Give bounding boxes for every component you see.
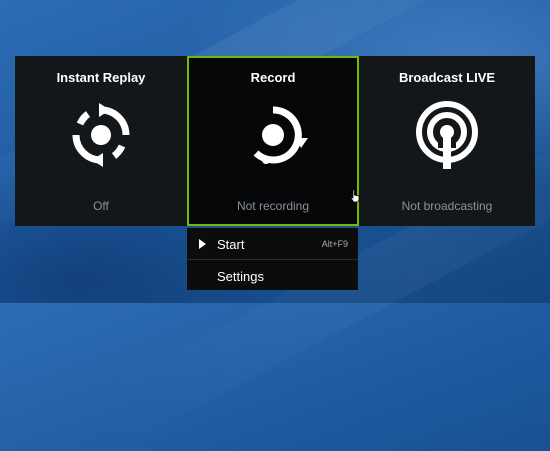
menu-item-settings[interactable]: Settings bbox=[187, 259, 358, 290]
panel-status: Off bbox=[93, 199, 109, 213]
menu-item-start[interactable]: Start Alt+F9 bbox=[187, 228, 358, 259]
shortcut-hint: Alt+F9 bbox=[321, 239, 348, 249]
panel-title: Broadcast LIVE bbox=[398, 70, 496, 85]
instant-replay-panel[interactable]: Instant Replay Off bbox=[15, 56, 187, 226]
panel-title: Record bbox=[250, 70, 296, 85]
menu-item-label: Settings bbox=[217, 269, 264, 284]
share-overlay-bar: Instant Replay Off Record Not recording … bbox=[15, 56, 535, 226]
record-panel[interactable]: Record Not recording bbox=[187, 56, 359, 226]
panel-title: Instant Replay bbox=[56, 70, 146, 85]
record-dropdown-menu: Start Alt+F9 Settings bbox=[187, 228, 358, 290]
instant-replay-icon bbox=[66, 100, 136, 170]
broadcast-live-panel[interactable]: Broadcast LIVE Not broadcasting bbox=[359, 56, 535, 226]
record-icon bbox=[238, 100, 308, 170]
panel-status: Not recording bbox=[236, 199, 310, 213]
panel-status: Not broadcasting bbox=[401, 199, 493, 213]
menu-item-label: Start bbox=[217, 237, 245, 252]
hand-cursor-icon bbox=[350, 189, 360, 203]
play-icon bbox=[199, 239, 206, 249]
broadcast-icon bbox=[412, 100, 482, 170]
